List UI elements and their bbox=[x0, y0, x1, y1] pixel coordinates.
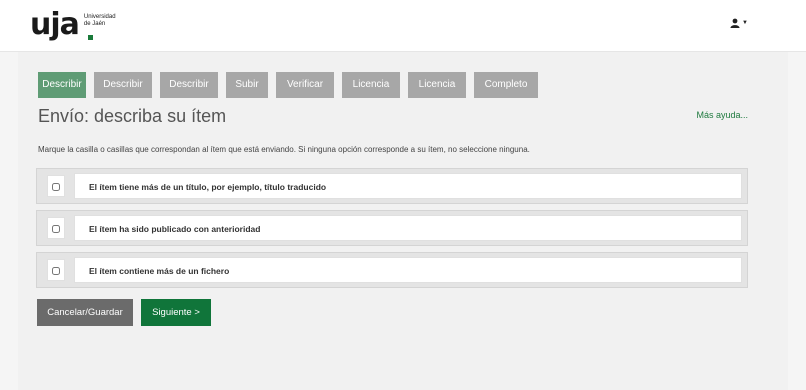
top-header: uja Universidad de Jaén ▼ bbox=[0, 0, 806, 52]
options-list: El ítem tiene más de un título, por ejem… bbox=[36, 168, 748, 294]
step-licencia-1[interactable]: Licencia bbox=[342, 72, 400, 98]
step-describir-1[interactable]: Describir bbox=[38, 72, 86, 98]
cancel-save-button[interactable]: Cancelar/Guardar bbox=[37, 299, 133, 326]
option-multiple-files: El ítem contiene más de un fichero bbox=[36, 252, 748, 288]
chevron-down-icon: ▼ bbox=[742, 20, 748, 26]
option-label[interactable]: El ítem tiene más de un título, por ejem… bbox=[74, 173, 742, 199]
step-licencia-2[interactable]: Licencia bbox=[408, 72, 466, 98]
logo-text: Universidad de Jaén bbox=[84, 14, 116, 28]
page-title: Envío: describa su ítem bbox=[38, 106, 227, 126]
logo-green-square bbox=[88, 35, 93, 40]
step-subir[interactable]: Subir bbox=[226, 72, 268, 98]
logo-line-2: de Jaén bbox=[83, 21, 106, 27]
logo-mark: uja bbox=[30, 7, 80, 42]
option-label[interactable]: El ítem contiene más de un fichero bbox=[74, 257, 742, 283]
progress-steps: Describir Describir Describir Subir Veri… bbox=[38, 72, 546, 98]
more-help-link[interactable]: Más ayuda... bbox=[696, 110, 748, 120]
main-content: Describir Describir Describir Subir Veri… bbox=[18, 52, 788, 390]
step-describir-2[interactable]: Describir bbox=[94, 72, 152, 98]
step-describir-3[interactable]: Describir bbox=[160, 72, 218, 98]
option-label[interactable]: El ítem ha sido publicado con anteriorid… bbox=[74, 215, 742, 241]
next-button[interactable]: Siguiente > bbox=[141, 299, 211, 326]
university-logo[interactable]: uja Universidad de Jaén bbox=[30, 10, 116, 40]
step-verificar[interactable]: Verificar bbox=[276, 72, 334, 98]
checkbox-container bbox=[47, 175, 65, 197]
multiple-titles-checkbox[interactable] bbox=[52, 183, 60, 191]
step-completo[interactable]: Completo bbox=[474, 72, 538, 98]
action-buttons: Cancelar/Guardar Siguiente > bbox=[37, 299, 211, 326]
checkbox-container bbox=[47, 217, 65, 239]
user-icon bbox=[730, 18, 740, 28]
option-previously-published: El ítem ha sido publicado con anteriorid… bbox=[36, 210, 748, 246]
logo-line-1: Universidad bbox=[83, 14, 116, 20]
checkbox-container bbox=[47, 259, 65, 281]
option-multiple-titles: El ítem tiene más de un título, por ejem… bbox=[36, 168, 748, 204]
instructions-text: Marque la casilla o casillas que corresp… bbox=[38, 145, 530, 154]
multiple-files-checkbox[interactable] bbox=[52, 267, 60, 275]
user-menu-toggle[interactable]: ▼ bbox=[730, 18, 748, 28]
previously-published-checkbox[interactable] bbox=[52, 225, 60, 233]
